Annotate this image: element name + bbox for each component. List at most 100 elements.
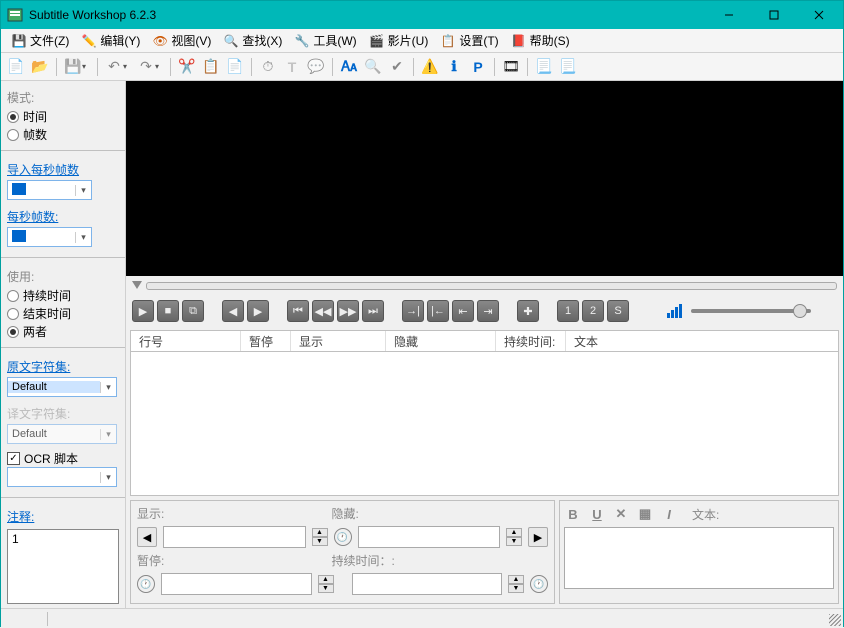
seek-marker-icon[interactable] xyxy=(132,281,142,289)
hide-time-input[interactable] xyxy=(358,526,501,548)
menu-search[interactable]: 🔍查找(X) xyxy=(217,30,288,51)
video-button[interactable]: 🎞 xyxy=(500,56,522,78)
col-text[interactable]: 文本 xyxy=(566,331,838,351)
use-end-radio[interactable]: 结束时间 xyxy=(7,305,119,322)
screenshot-button[interactable]: ⧉ xyxy=(182,300,204,322)
ocr-script-checkbox[interactable]: ✓OCR 脚本 xyxy=(7,450,119,467)
warning-button[interactable]: ⚠️ xyxy=(419,56,441,78)
open-file-button[interactable]: 📂 xyxy=(29,56,51,78)
italic-button[interactable]: I xyxy=(660,505,678,523)
save-button[interactable]: 💾 xyxy=(62,56,84,78)
fps-label[interactable]: 每秒帧数: xyxy=(7,208,119,225)
menu-bar: 💾文件(Z) ✏️编辑(Y) 👁视图(V) 🔍查找(X) 🔧工具(W) 🎬影片(… xyxy=(1,29,843,53)
input-fps-label[interactable]: 导入每秒帧数 xyxy=(7,161,119,178)
show-time-input[interactable] xyxy=(163,526,306,548)
fwd-button[interactable]: ▶▶ xyxy=(337,300,359,322)
sync-end-button[interactable]: ⇥ xyxy=(477,300,499,322)
use-duration-radio[interactable]: 持续时间 xyxy=(7,287,119,304)
volume-slider[interactable] xyxy=(691,309,811,313)
seek-track[interactable] xyxy=(146,282,837,290)
bold-button[interactable]: B xyxy=(564,505,582,523)
close-button[interactable] xyxy=(796,1,841,29)
orig-charset-label[interactable]: 原文字符集: xyxy=(7,358,119,375)
mode-time-radio[interactable]: 时间 xyxy=(7,108,119,125)
menu-edit[interactable]: ✏️编辑(Y) xyxy=(75,30,146,51)
orig-charset-combo[interactable]: Default▾ xyxy=(7,377,117,397)
rewind-button[interactable]: ⏮ xyxy=(287,300,309,322)
notes-textarea[interactable]: 1 xyxy=(7,529,119,604)
subtitle-text-input[interactable] xyxy=(564,527,834,589)
ocr-script-combo[interactable]: ▾ xyxy=(7,467,117,487)
mark-out-button[interactable]: |← xyxy=(427,300,449,322)
text-button[interactable]: T xyxy=(281,56,303,78)
translate-button[interactable]: 🗛 xyxy=(338,56,360,78)
script2-button[interactable]: 📃 xyxy=(557,56,579,78)
pascal-button[interactable]: P xyxy=(467,56,489,78)
next-button[interactable]: ▶ xyxy=(247,300,269,322)
menu-movie[interactable]: 🎬影片(U) xyxy=(363,30,435,51)
maximize-button[interactable] xyxy=(751,1,796,29)
pause-up[interactable]: ▲ xyxy=(318,575,334,584)
strike-button[interactable]: ✕ xyxy=(612,505,630,523)
prev-sub-button[interactable]: ◀ xyxy=(137,527,157,547)
menu-view[interactable]: 👁视图(V) xyxy=(146,30,217,51)
point1-button[interactable]: 1 xyxy=(557,300,579,322)
subtitle-button[interactable]: 💬 xyxy=(305,56,327,78)
ffwd-button[interactable]: ⏭ xyxy=(362,300,384,322)
subtitle-list[interactable] xyxy=(130,352,839,496)
col-show[interactable]: 显示 xyxy=(291,331,386,351)
script1-button[interactable]: 📃 xyxy=(533,56,555,78)
pause-down[interactable]: ▼ xyxy=(318,584,334,593)
mode-frames-radio[interactable]: 帧数 xyxy=(7,126,119,143)
stop-button[interactable]: ■ xyxy=(157,300,179,322)
add-sub-button[interactable]: ✚ xyxy=(517,300,539,322)
sync-button[interactable]: S xyxy=(607,300,629,322)
show-up[interactable]: ▲ xyxy=(312,528,328,537)
mark-in-button[interactable]: →| xyxy=(402,300,424,322)
spellcheck-button[interactable]: ✔ xyxy=(386,56,408,78)
col-duration[interactable]: 持续时间: xyxy=(496,331,566,351)
menu-file[interactable]: 💾文件(Z) xyxy=(5,30,75,51)
redo-button[interactable]: ↷ xyxy=(135,56,157,78)
prev-button[interactable]: ◀ xyxy=(222,300,244,322)
underline-button[interactable]: U xyxy=(588,505,606,523)
col-pause[interactable]: 暂停 xyxy=(241,331,291,351)
subtitle-list-header: 行号 暂停 显示 隐藏 持续时间: 文本 xyxy=(130,330,839,352)
undo-button[interactable]: ↶ xyxy=(103,56,125,78)
timing-button[interactable]: ⏱ xyxy=(257,56,279,78)
hide-label: 隐藏: xyxy=(332,505,360,522)
minimize-button[interactable] xyxy=(706,1,751,29)
hide-down[interactable]: ▼ xyxy=(506,537,522,546)
sync-start-button[interactable]: ⇤ xyxy=(452,300,474,322)
menu-settings[interactable]: 📋设置(T) xyxy=(434,30,504,51)
col-hide[interactable]: 隐藏 xyxy=(386,331,496,351)
cut-button[interactable]: ✂️ xyxy=(176,56,198,78)
paste-button[interactable]: 📄 xyxy=(224,56,246,78)
menu-help[interactable]: 📕帮助(S) xyxy=(505,30,576,51)
show-down[interactable]: ▼ xyxy=(312,537,328,546)
info-button[interactable]: ℹ xyxy=(443,56,465,78)
col-num[interactable]: 行号 xyxy=(131,331,241,351)
dur-up[interactable]: ▲ xyxy=(508,575,524,584)
duration-input[interactable] xyxy=(352,573,503,595)
point2-button[interactable]: 2 xyxy=(582,300,604,322)
new-file-button[interactable]: 📄 xyxy=(5,56,27,78)
sidebar: 模式: 时间 帧数 导入每秒帧数 ▾ 每秒帧数: ▾ 使用: 持续时间 结束时间… xyxy=(1,81,126,608)
next-sub-button[interactable]: ▶ xyxy=(528,527,548,547)
fps-combo[interactable]: ▾ xyxy=(7,227,92,247)
hide-up[interactable]: ▲ xyxy=(506,528,522,537)
volume-icon[interactable] xyxy=(667,304,682,318)
back-button[interactable]: ◀◀ xyxy=(312,300,334,322)
use-both-radio[interactable]: 两者 xyxy=(7,323,119,340)
menu-tools[interactable]: 🔧工具(W) xyxy=(288,30,362,51)
search-button[interactable]: 🔍 xyxy=(362,56,384,78)
video-preview[interactable] xyxy=(126,81,843,276)
notes-label[interactable]: 注释: xyxy=(7,508,119,525)
input-fps-combo[interactable]: ▾ xyxy=(7,180,92,200)
dur-down[interactable]: ▼ xyxy=(508,584,524,593)
pause-input[interactable] xyxy=(161,573,312,595)
copy-button[interactable]: 📋 xyxy=(200,56,222,78)
color-button[interactable]: ▦ xyxy=(636,505,654,523)
resize-grip[interactable] xyxy=(829,614,841,626)
play-button[interactable]: ▶ xyxy=(132,300,154,322)
